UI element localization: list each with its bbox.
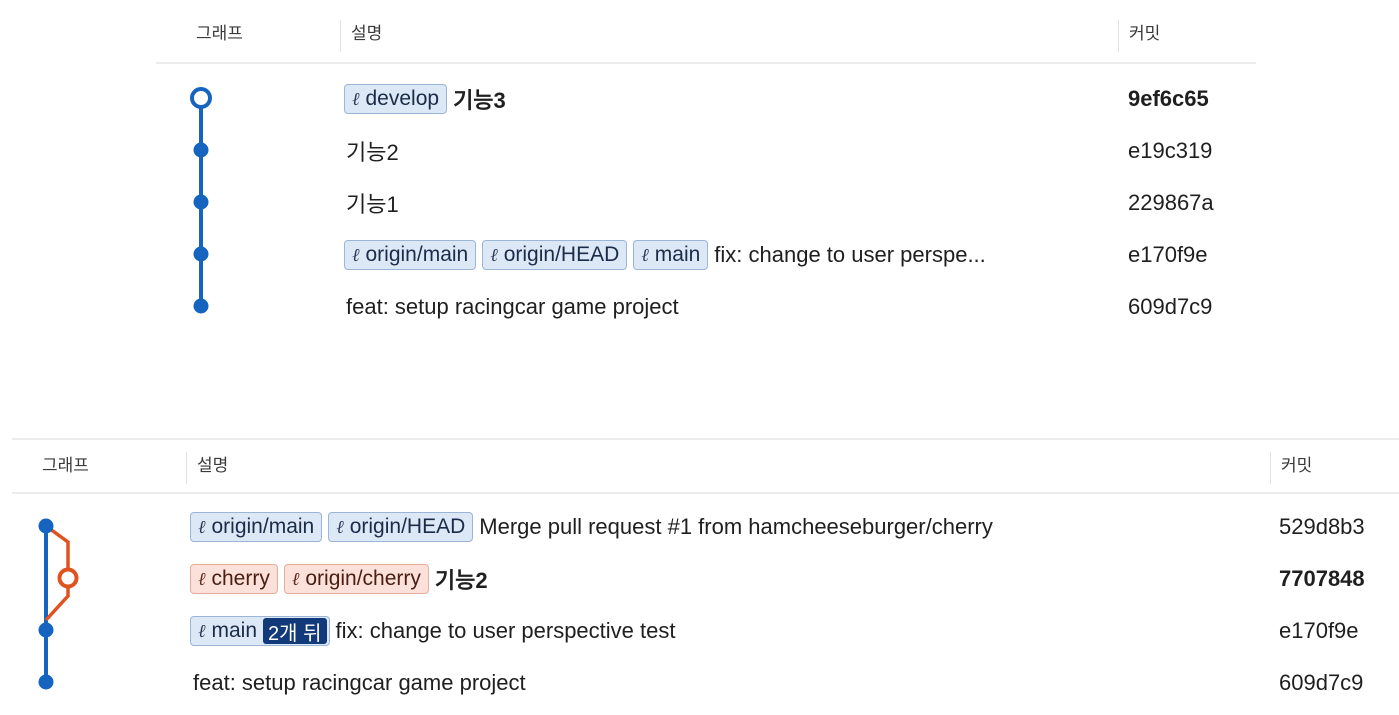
commit-row[interactable]: 기능2 e19c319: [156, 124, 1256, 176]
commit-hash: 7707848: [1279, 566, 1365, 591]
commit-message: fix: change to user perspe...: [714, 242, 986, 267]
commit-row[interactable]: ℓ cherry ℓ origin/cherry 기능2 7707848: [12, 552, 1399, 604]
commit-message: 기능2: [434, 568, 488, 593]
branch-icon: ℓ: [352, 244, 360, 266]
branch-icon: ℓ: [198, 620, 206, 642]
column-header-row: 그래프 설명 커밋: [12, 438, 1399, 494]
commit-hash: 609d7c9: [1279, 670, 1364, 695]
branch-badge-cherry[interactable]: ℓ cherry: [190, 564, 278, 594]
branch-badge-origin-cherry[interactable]: ℓ origin/cherry: [283, 564, 429, 594]
column-header-row: 그래프 설명 커밋: [156, 0, 1256, 64]
commit-row[interactable]: 기능1 229867a: [156, 176, 1256, 228]
branch-icon: ℓ: [352, 88, 360, 110]
commit-row[interactable]: ℓ origin/main ℓ origin/HEAD ℓ main fix: …: [156, 228, 1256, 280]
commit-row[interactable]: ℓ origin/main ℓ origin/HEAD Merge pull r…: [12, 500, 1399, 552]
commit-row[interactable]: ℓ main 2개 뒤 fix: change to user perspect…: [12, 604, 1399, 656]
badge-label: main: [211, 619, 258, 642]
branch-badge-origin-main[interactable]: ℓ origin/main: [190, 512, 323, 542]
branch-badge-develop[interactable]: ℓ develop: [344, 84, 448, 114]
branch-icon: ℓ: [490, 244, 498, 266]
branch-badge-origin-head[interactable]: ℓ origin/HEAD: [482, 240, 628, 270]
branch-badge-main[interactable]: ℓ main: [633, 240, 709, 270]
commit-hash: e19c319: [1128, 138, 1213, 163]
badge-label: origin/main: [211, 515, 315, 538]
commit-hash: 9ef6c65: [1128, 86, 1209, 111]
branch-icon: ℓ: [336, 516, 344, 538]
commit-hash: 609d7c9: [1128, 294, 1213, 319]
branch-icon: ℓ: [198, 568, 206, 590]
commit-message: fix: change to user perspective test: [335, 618, 676, 643]
branch-badge-origin-main[interactable]: ℓ origin/main: [344, 240, 477, 270]
commit-column-header[interactable]: 커밋: [1118, 20, 1160, 52]
commit-row[interactable]: ℓ develop 기능3 9ef6c65: [156, 72, 1256, 124]
branch-icon: ℓ: [291, 568, 300, 590]
badge-label: origin/HEAD: [503, 243, 620, 266]
description-column-header[interactable]: 설명: [340, 20, 382, 52]
badge-label: cherry: [211, 567, 270, 590]
commit-message: feat: setup racingcar game project: [346, 294, 679, 319]
commit-graph-panel-bottom: 그래프 설명 커밋 ℓ origin/main ℓ origin/HEAD Me…: [12, 435, 1399, 715]
commit-row[interactable]: feat: setup racingcar game project 609d7…: [156, 280, 1256, 332]
commit-hash: 529d8b3: [1279, 514, 1365, 539]
branch-icon: ℓ: [198, 516, 206, 538]
commit-graph-panel-top: 그래프 설명 커밋 ℓ develop 기능3 9ef6c65 기능2 e19c…: [156, 0, 1256, 330]
commit-hash: e170f9e: [1128, 242, 1208, 267]
badge-label: origin/HEAD: [349, 515, 466, 538]
badge-label: origin/main: [365, 243, 469, 266]
commit-message: 기능1: [346, 192, 399, 217]
commit-hash: 229867a: [1128, 190, 1214, 215]
commit-hash: e170f9e: [1279, 618, 1359, 643]
branch-badge-main[interactable]: ℓ main 2개 뒤: [190, 616, 330, 646]
badge-label: develop: [365, 87, 440, 110]
commit-message: Merge pull request #1 from hamcheeseburg…: [479, 514, 993, 539]
behind-count-badge: 2개 뒤: [263, 618, 327, 645]
branch-icon: ℓ: [641, 244, 649, 266]
commit-column-header[interactable]: 커밋: [1270, 452, 1312, 484]
description-column-header[interactable]: 설명: [186, 452, 228, 484]
commit-message: feat: setup racingcar game project: [193, 670, 526, 695]
badge-label: origin/cherry: [305, 567, 421, 590]
commit-row[interactable]: feat: setup racingcar game project 609d7…: [12, 656, 1399, 708]
badge-label: main: [654, 243, 701, 266]
commit-message: 기능3: [453, 88, 506, 113]
branch-badge-origin-head[interactable]: ℓ origin/HEAD: [328, 512, 474, 542]
commit-message: 기능2: [346, 140, 399, 165]
